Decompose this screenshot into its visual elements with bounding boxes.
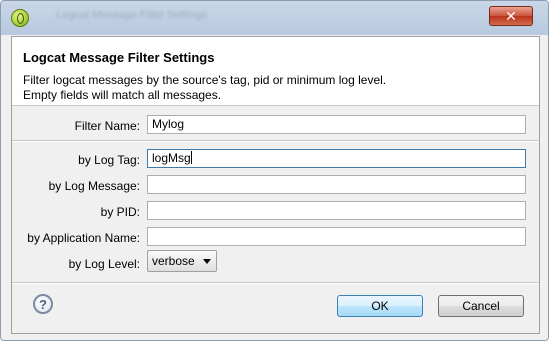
pid-label: by PID: — [100, 205, 140, 219]
dialog-client-area: Logcat Message Filter Settings Filter lo… — [11, 36, 540, 334]
form-separator — [12, 140, 539, 142]
title-bar[interactable]: Logcat Message Filter Settings ✕ — [1, 1, 548, 35]
log-level-value: verbose — [152, 254, 195, 268]
cancel-button[interactable]: Cancel — [438, 295, 524, 317]
dialog-title: Logcat Message Filter Settings — [23, 50, 215, 65]
close-button[interactable]: ✕ — [489, 6, 533, 26]
close-icon: ✕ — [505, 8, 517, 24]
application-name-label: by Application Name: — [27, 231, 140, 245]
text-caret — [190, 151, 192, 164]
log-message-input[interactable] — [147, 175, 526, 194]
dialog-header: Logcat Message Filter Settings Filter lo… — [12, 37, 539, 106]
description-line-1: Filter logcat messages by the source's t… — [23, 73, 387, 87]
ok-button[interactable]: OK — [337, 295, 423, 317]
log-tag-value: logMsg — [152, 151, 191, 165]
dialog-window: Logcat Message Filter Settings ✕ Logcat … — [0, 0, 549, 341]
pid-input[interactable] — [147, 201, 526, 220]
button-bar-separator — [12, 282, 539, 284]
description-line-2: Empty fields will match all messages. — [23, 88, 222, 102]
window-title: Logcat Message Filter Settings — [56, 9, 208, 21]
help-button[interactable]: ? — [33, 294, 53, 314]
log-tag-input[interactable]: logMsg — [147, 149, 526, 168]
eclipse-app-icon — [11, 9, 29, 27]
log-level-label: by Log Level: — [68, 257, 140, 271]
filter-name-input[interactable]: Mylog — [147, 115, 526, 134]
help-icon: ? — [39, 296, 47, 312]
application-name-input[interactable] — [147, 227, 526, 246]
chevron-down-icon — [203, 259, 211, 264]
dialog-description: Filter logcat messages by the source's t… — [23, 73, 386, 103]
log-tag-label: by Log Tag: — [78, 153, 140, 167]
log-message-label: by Log Message: — [48, 179, 140, 193]
filter-name-label: Filter Name: — [74, 119, 140, 133]
log-level-select[interactable]: verbose — [147, 250, 217, 272]
